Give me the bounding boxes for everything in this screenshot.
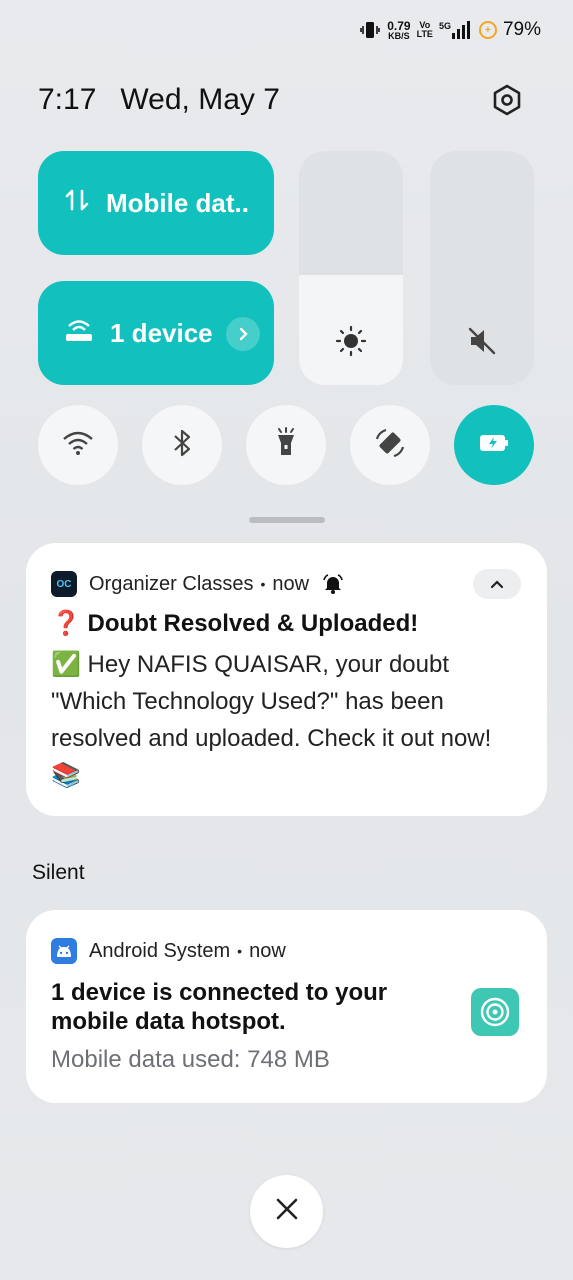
mobile-data-tile[interactable]: Mobile dat..	[38, 151, 274, 255]
notification-app-name: Organizer Classes	[89, 572, 254, 595]
volume-slider[interactable]	[430, 151, 534, 385]
signal-icon: 5G	[439, 21, 473, 39]
hotspot-icon	[64, 317, 94, 350]
wifi-toggle[interactable]	[38, 405, 118, 485]
collapse-button[interactable]	[473, 569, 521, 599]
network-type: 5G	[438, 21, 451, 31]
status-bar: 0.79 KB/S Vo LTE 5G + 79%	[359, 16, 541, 44]
mute-icon	[430, 325, 534, 357]
flashlight-toggle[interactable]	[246, 405, 326, 485]
battery-saver-toggle[interactable]	[454, 405, 534, 485]
header-row: 7:17 Wed, May 7	[38, 80, 535, 120]
net-speed-unit: KB/S	[388, 30, 410, 41]
separator: •	[260, 576, 266, 592]
notification-body: ✅ Hey NAFIS QUAISAR, your doubt "Which T…	[51, 651, 492, 789]
notification-card[interactable]: OC Organizer Classes • now ❓ Doubt Resol…	[26, 543, 547, 816]
net-speed-value: 0.79	[387, 18, 411, 33]
hotspot-label: 1 device	[110, 317, 213, 348]
bluetooth-icon	[171, 428, 193, 463]
battery-charge-icon	[478, 433, 510, 458]
flashlight-icon	[275, 426, 297, 464]
data-arrows-icon	[64, 187, 90, 220]
net-speed: 0.79 KB/S	[387, 20, 410, 41]
chevron-right-icon[interactable]	[226, 317, 260, 351]
silent-notification-card[interactable]: Android System • now 1 device is connect…	[26, 910, 547, 1103]
app-icon-text: OC	[56, 578, 72, 590]
drag-handle[interactable]	[249, 517, 325, 523]
volte-bottom: LTE	[416, 29, 433, 39]
vibrate-icon	[359, 19, 381, 41]
android-icon	[51, 938, 77, 964]
notification-time: now	[249, 939, 286, 962]
rotate-icon	[373, 426, 407, 465]
bell-icon	[323, 574, 343, 594]
notification-subtitle: Mobile data used: 748 MB	[51, 1046, 330, 1073]
date: Wed, May 7	[120, 83, 280, 116]
close-icon	[275, 1197, 299, 1226]
sun-icon	[299, 325, 403, 357]
mobile-data-label: Mobile dat..	[106, 187, 249, 218]
clear-all-button[interactable]	[250, 1175, 323, 1248]
silent-section-label: Silent	[32, 861, 85, 884]
notification-time: now	[272, 572, 310, 595]
battery-percent: 79%	[502, 19, 541, 40]
brightness-slider[interactable]	[299, 151, 403, 385]
separator: •	[237, 943, 243, 959]
hotspot-tile[interactable]: 1 device	[38, 281, 274, 385]
organizer-classes-app-icon: OC	[51, 571, 77, 597]
hotspot-notification-icon	[471, 988, 519, 1036]
notification-app-name: Android System	[89, 939, 231, 962]
bluetooth-toggle[interactable]	[142, 405, 222, 485]
gear-icon[interactable]	[489, 82, 525, 118]
battery-saver-icon: +	[478, 21, 497, 39]
clock: 7:17	[38, 83, 97, 116]
auto-rotate-toggle[interactable]	[350, 405, 430, 485]
notification-title: 1 device is connected to your mobile dat…	[51, 979, 388, 1035]
volte-icon: Vo LTE	[417, 21, 433, 39]
wifi-icon	[62, 429, 94, 462]
notification-header: Android System • now	[51, 938, 286, 964]
notification-title: ❓ Doubt Resolved & Uploaded!	[51, 610, 419, 637]
notification-header: OC Organizer Classes • now	[51, 571, 343, 597]
